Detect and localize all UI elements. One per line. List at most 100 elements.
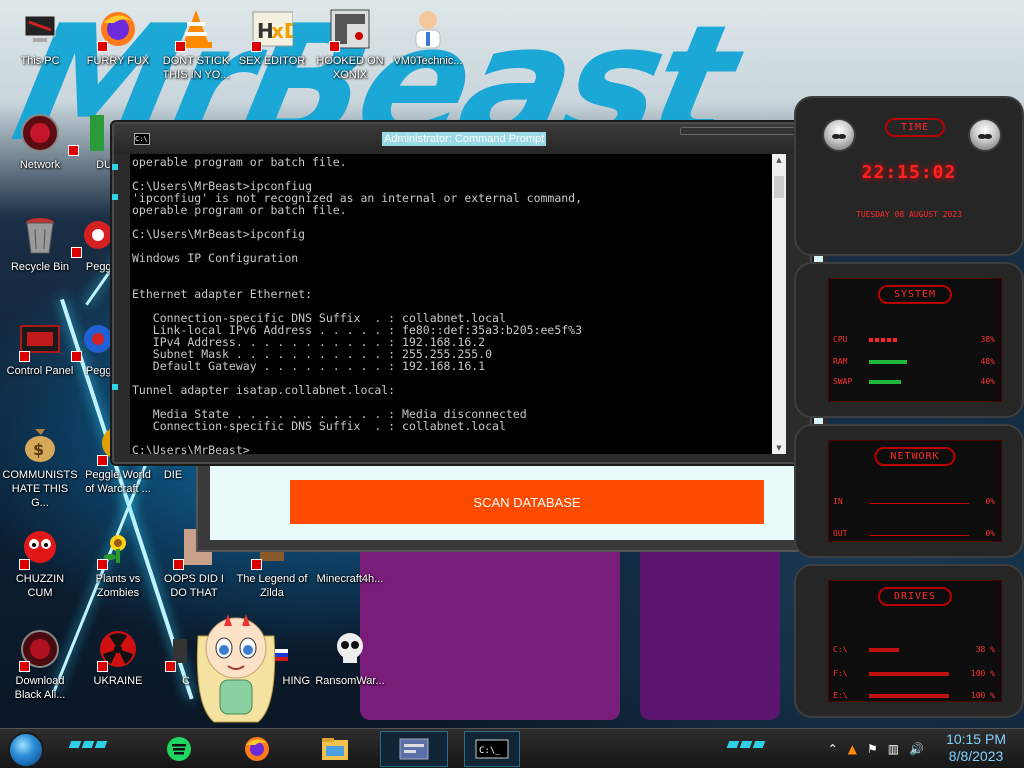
taskbar-firefox[interactable] xyxy=(238,731,276,767)
vlc-tray-icon[interactable]: ▲ xyxy=(848,742,857,756)
desktop-icon-label: Control Panel xyxy=(6,365,74,377)
swap-bar xyxy=(869,380,901,384)
radiation-icon xyxy=(97,628,139,672)
gadget-face: DRIVES C:\ 38 % F:\ 100 % E:\ 100 % xyxy=(828,580,1002,702)
time-gadget: TIME 22:15:02 TUESDAY 08 AUGUST 2023 xyxy=(794,96,1024,256)
system-row-ram: RAM 48% xyxy=(833,357,995,366)
desktop-icon-label: Peggl xyxy=(85,261,114,273)
gadget-header: NETWORK xyxy=(874,447,956,466)
drive-row-e: E:\ 100 % xyxy=(833,691,995,700)
cmd-line: Connection-specific DNS Suffix . : colla… xyxy=(132,419,506,433)
desktop-icon-furry-fux[interactable]: FURRY FUX xyxy=(80,8,156,68)
gadget-face: NETWORK IN 0% OUT 0% xyxy=(828,440,1002,542)
desktop-icon-hooked-on-xonix[interactable]: HOOKED ON XONIX xyxy=(312,8,388,82)
taskbar-control-window[interactable] xyxy=(380,731,448,767)
desktop-icon-dont-stick[interactable]: DONT STICK THIS IN YO... xyxy=(158,8,234,82)
skull-icon xyxy=(329,628,371,670)
cmd-line: Windows IP Configuration xyxy=(132,251,299,265)
desktop-icon-label: UKRAINE xyxy=(93,675,143,687)
cmd-console[interactable]: operable program or batch file. C:\Users… xyxy=(130,154,786,454)
desktop-icon-ukraine[interactable]: UKRAINE xyxy=(80,628,156,688)
taskbar-cmd[interactable]: C:\_ xyxy=(464,731,520,767)
firefox-icon xyxy=(97,8,139,52)
taskbar: C:\_ ⌃ ▲ ⚑ ▥ 🔊 10:15 PM 8/8/2023 xyxy=(0,728,1024,768)
desktop-icon-communists[interactable]: $ COMMUNISTS HATE THIS G... xyxy=(2,422,78,510)
money-bag-icon: $ xyxy=(19,422,61,464)
taskbar-clock[interactable]: 10:15 PM 8/8/2023 xyxy=(946,731,1006,765)
alien-orb-icon xyxy=(19,628,61,672)
command-prompt-window[interactable]: C:\ Administrator: Command Prompt operab… xyxy=(112,122,812,464)
network-icon[interactable]: ▥ xyxy=(888,742,899,756)
gadget-date: TUESDAY 08 AUGUST 2023 xyxy=(856,210,962,219)
scan-database-button[interactable]: SCAN DATABASE xyxy=(290,480,764,524)
desktop-icon-plants-vs-zombies[interactable]: Plants vs Zombies xyxy=(80,526,156,600)
drive-f-bar xyxy=(869,672,949,676)
volume-icon[interactable]: 🔊 xyxy=(909,742,924,756)
system-row-swap: SWAP 40% xyxy=(833,377,995,386)
cmd-output: operable program or batch file. C:\Users… xyxy=(130,154,786,454)
desktop-icon-label: CHUZZIN CUM xyxy=(15,573,65,599)
chuzzle-icon xyxy=(19,526,61,570)
control-panel-window-icon xyxy=(399,738,429,760)
svg-text:C:\_: C:\_ xyxy=(479,746,501,756)
xonix-game-icon xyxy=(329,8,371,52)
cmd-line: operable program or batch file. xyxy=(132,203,347,217)
desktop-icon-ransomware[interactable]: RansomWar... xyxy=(312,628,388,688)
desktop-icon-label: This PC xyxy=(20,55,60,67)
cmd-line: Ethernet adapter Ethernet: xyxy=(132,287,313,301)
desktop-icon-recycle-bin[interactable]: Recycle Bin xyxy=(2,214,78,274)
system-gadget: SYSTEM CPU 38% RAM 48% SWAP 40% xyxy=(794,262,1024,418)
drive-row-c: C:\ 38 % xyxy=(833,645,995,654)
start-button[interactable] xyxy=(8,732,44,768)
cpu-bar xyxy=(869,338,899,342)
cmd-line: Tunnel adapter isatap.collabnet.local: xyxy=(132,383,396,397)
window-controls[interactable] xyxy=(680,127,800,135)
time-gadget-face: TIME xyxy=(870,112,960,137)
clock-date: 8/8/2023 xyxy=(948,748,1004,764)
cmd-titlebar[interactable]: C:\ Administrator: Command Prompt xyxy=(114,124,810,154)
gadget-header: TIME xyxy=(884,118,946,137)
drives-gadget: DRIVES C:\ 38 % F:\ 100 % E:\ 100 % xyxy=(794,564,1024,718)
cartoon-girl-sticker[interactable] xyxy=(184,596,288,726)
desktop-icon-label: Minecraft4h... xyxy=(316,573,384,585)
cmd-scrollbar[interactable]: ▲ ▼ xyxy=(772,154,786,454)
cmd-line: C:\Users\MrBeast>ipconfig xyxy=(132,227,306,241)
frame-deco xyxy=(112,384,118,390)
cmd-line: operable program or batch file. xyxy=(132,155,347,169)
desktop-icon-sex-editor[interactable]: HxD SEX EDITOR xyxy=(234,8,310,68)
desktop-icon-label: RansomWar... xyxy=(315,675,385,687)
network-row-in: IN 0% xyxy=(833,497,995,506)
frame-deco xyxy=(112,164,118,170)
gadget-clock: 22:15:02 xyxy=(861,162,957,183)
plant-icon xyxy=(97,526,139,570)
network-gadget: NETWORK IN 0% OUT 0% xyxy=(794,424,1024,558)
drive-row-f: F:\ 100 % xyxy=(833,669,995,678)
drive-c-bar xyxy=(869,648,899,652)
desktop-icon-peggle[interactable]: Peggl xyxy=(70,214,114,274)
scroll-thumb[interactable] xyxy=(774,176,784,198)
desktop-icon-control-panel[interactable]: Control Panel xyxy=(2,318,78,378)
desktop-icon-chuzzin[interactable]: CHUZZIN CUM xyxy=(2,526,78,600)
desktop-icon-black-alien[interactable]: Download Black Ali... xyxy=(2,628,78,702)
flag-icon[interactable]: ⚑ xyxy=(867,742,878,756)
desktop-icon-label: Peggle World of Warcraft ... xyxy=(85,469,151,495)
peggle-icon xyxy=(71,318,113,362)
desktop-icon-vm0technic[interactable]: VM0Technic... xyxy=(390,8,466,68)
system-tray: ⌃ ▲ ⚑ ▥ 🔊 xyxy=(828,737,924,761)
scroll-up-icon[interactable]: ▲ xyxy=(772,154,786,166)
alien-head-icon xyxy=(822,118,856,152)
computer-icon xyxy=(19,8,61,50)
taskbar-file-explorer[interactable] xyxy=(316,731,354,767)
desktop-icon-partial-du[interactable]: DU xyxy=(66,112,112,172)
desktop-icon-label: COMMUNISTS HATE THIS G... xyxy=(2,469,78,509)
network-row-out: OUT 0% xyxy=(833,529,995,538)
desktop-icon-peggle-2[interactable]: Peggl xyxy=(70,318,114,378)
taskbar-spotify[interactable] xyxy=(160,731,198,767)
scroll-down-icon[interactable]: ▼ xyxy=(772,442,786,454)
network-orb-icon xyxy=(19,112,61,154)
alien-head-icon xyxy=(968,118,1002,152)
desktop-icon-this-pc[interactable]: This PC xyxy=(2,8,78,68)
ram-bar xyxy=(869,360,907,364)
gadget-header: DRIVES xyxy=(877,587,953,606)
chevron-up-icon[interactable]: ⌃ xyxy=(828,742,838,756)
